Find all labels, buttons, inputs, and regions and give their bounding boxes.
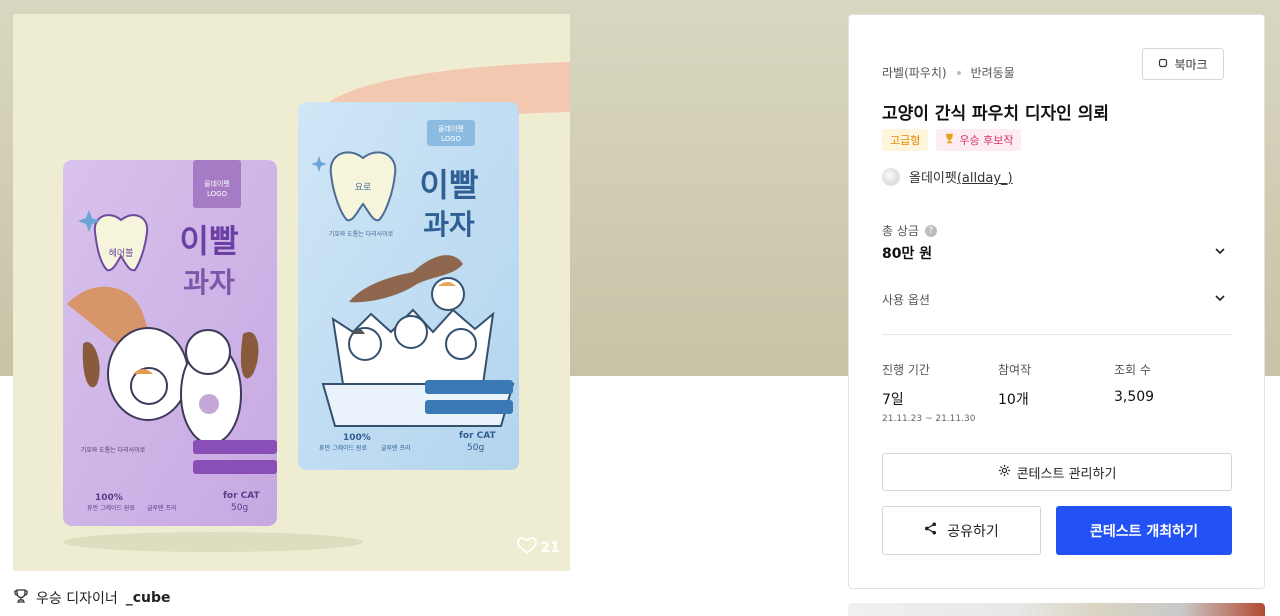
- stat-period: 진행 기간 7일 21.11.23 ~ 21.11.30: [882, 361, 975, 424]
- manage-contest-button[interactable]: 콘테스트 관리하기: [882, 453, 1232, 491]
- blue-bottom-1-sub: 휴먼 그레이드 원료: [319, 444, 367, 452]
- contest-info-card: 라벨(파우치) 반려동물 북마크 고양이 간식 파우치 디자인 의뢰 고급형 우…: [848, 14, 1265, 589]
- blue-bottom-2: 글루텐 프리: [381, 444, 411, 452]
- stat-views-value: 3,509: [1114, 389, 1155, 405]
- breadcrumb: 라벨(파우치) 반려동물: [882, 64, 1015, 81]
- purple-desc: 기호와 도톰는 다리사이로: [81, 446, 146, 454]
- award-badge: 우승 후보작: [936, 129, 1022, 151]
- breadcrumb-subcategory[interactable]: 반려동물: [971, 64, 1015, 81]
- prize-value: 80만 원: [882, 246, 933, 262]
- purple-logo-line2: LOGO: [207, 190, 228, 198]
- trophy-icon: [14, 589, 28, 607]
- heart-icon: [516, 537, 537, 559]
- purple-bottom-1: 100%: [95, 493, 123, 503]
- purple-title-1: 이빨: [180, 222, 239, 260]
- blue-title-2: 과자: [423, 208, 475, 241]
- prize-label: 총 상금 ?: [882, 222, 937, 239]
- blue-logo-line1: 올데이펫: [438, 124, 464, 133]
- stat-period-value: 7일: [882, 392, 904, 408]
- purple-bottom-1-sub: 휴먼 그레이드 원료: [87, 504, 135, 512]
- chevron-down-icon[interactable]: [1213, 243, 1227, 257]
- chevron-down-icon[interactable]: [1213, 290, 1227, 304]
- bookmark-button[interactable]: 북마크: [1142, 48, 1224, 80]
- stat-period-range: 21.11.23 ~ 21.11.30: [882, 414, 976, 424]
- blue-bottom-1: 100%: [343, 433, 371, 443]
- award-badge-label: 우승 후보작: [959, 134, 1014, 147]
- purple-for-cat: for CAT: [223, 491, 261, 501]
- usage-options-label[interactable]: 사용 옵션: [882, 291, 930, 308]
- purple-title-2: 과자: [183, 266, 235, 299]
- stat-period-label: 진행 기간: [882, 363, 930, 377]
- host-handle[interactable]: (allday_): [957, 171, 1013, 186]
- purple-bottom-2: 글루텐 프리: [147, 504, 177, 512]
- blue-mascot-label: 요로: [355, 182, 372, 193]
- blue-logo-line2: LOGO: [441, 135, 462, 143]
- like-button[interactable]: 21: [516, 537, 560, 559]
- stat-entries-label: 참여작: [998, 363, 1032, 377]
- blue-weight: 50g: [467, 443, 484, 453]
- next-card-preview: [848, 603, 1265, 616]
- gear-icon: [998, 464, 1011, 481]
- blue-title-1: 이빨: [420, 166, 479, 204]
- stat-entries-value: 10개: [998, 392, 1029, 408]
- winner-name[interactable]: _cube: [126, 590, 171, 606]
- premium-badge: 고급형: [882, 129, 929, 151]
- host-name: 올데이펫: [909, 171, 957, 186]
- badge-row: 고급형 우승 후보작: [882, 129, 1022, 151]
- contest-artwork[interactable]: 올데이펫 LOGO 요로 이빨 과자 기호와 도톰는 다리사이로 100% 휴먼…: [13, 14, 570, 571]
- pouch-illustration: 올데이펫 LOGO 요로 이빨 과자 기호와 도톰는 다리사이로 100% 휴먼…: [63, 62, 570, 552]
- bookmark-icon: [1158, 57, 1168, 71]
- contest-title: 고양이 간식 파우치 디자인 의뢰: [882, 104, 1109, 124]
- manage-contest-label: 콘테스트 관리하기: [1016, 466, 1117, 482]
- prize-label-text: 총 상금: [882, 224, 919, 238]
- like-count: 21: [540, 540, 560, 556]
- divider: [882, 334, 1231, 335]
- blue-desc: 기호와 도톰는 다리사이로: [329, 230, 394, 238]
- breadcrumb-separator: [956, 70, 961, 75]
- stat-views: 조회 수 3,509: [1114, 361, 1154, 405]
- blue-pouch: 올데이펫 LOGO 요로 이빨 과자 기호와 도톰는 다리사이로 100% 휴먼…: [298, 102, 519, 470]
- share-icon: [924, 522, 937, 539]
- stat-views-label: 조회 수: [1114, 363, 1151, 377]
- avatar: [882, 167, 900, 186]
- breadcrumb-category[interactable]: 라벨(파우치): [882, 64, 947, 81]
- share-label: 공유하기: [947, 523, 999, 540]
- bookmark-label: 북마크: [1174, 57, 1208, 72]
- host-contest-button[interactable]: 콘테스트 개최하기: [1056, 506, 1232, 555]
- purple-weight: 50g: [231, 503, 248, 513]
- purple-pouch: 올데이펫 LOGO 헤어볼 이빨 과자 기호와 도톰는 다리사이로 100% 휴…: [63, 160, 277, 526]
- winner-prefix: 우승 디자이너: [36, 591, 118, 607]
- winner-designer: 우승 디자이너 _cube: [14, 588, 171, 608]
- host-info[interactable]: 올데이펫(allday_): [882, 167, 1013, 186]
- share-button[interactable]: 공유하기: [882, 506, 1041, 555]
- purple-logo-line1: 올데이펫: [204, 179, 230, 188]
- trophy-icon: [944, 133, 955, 147]
- purple-mascot-label: 헤어볼: [109, 247, 134, 259]
- blue-for-cat: for CAT: [459, 431, 497, 441]
- stat-entries: 참여작 10개: [998, 361, 1031, 409]
- help-icon[interactable]: ?: [924, 224, 937, 237]
